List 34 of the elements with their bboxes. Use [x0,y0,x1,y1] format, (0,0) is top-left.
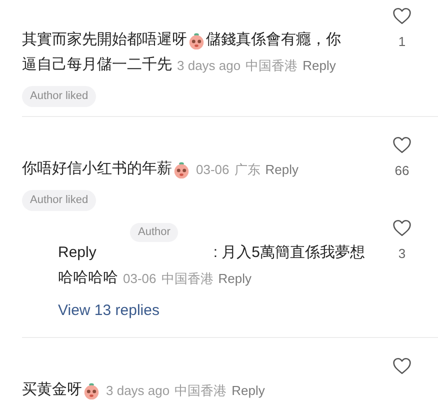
comment-text: 儲錢真係會有癮，你 [206,30,341,50]
timestamp: 03-06 [196,160,230,179]
comment-text: 你唔好信小红书的年薪 [22,159,172,180]
reply-link[interactable]: Reply [265,160,298,180]
peach-sticker-icon [82,381,101,400]
heart-icon[interactable] [392,7,412,25]
location-text: 中国香港 [174,382,227,400]
peach-sticker-icon [187,31,206,50]
heart-icon[interactable] [392,357,412,375]
comment-text: 逼自己每月儲一二千先 [22,55,172,76]
reply-link[interactable]: Reply [302,56,336,76]
author-liked-badge: Author liked [22,86,96,106]
location-text: 中国香港 [161,270,214,288]
location-text: 广东 [234,160,260,179]
like-count: 1 [398,34,406,50]
reply-text: : 月入5萬簡直係我夢想 [213,243,365,264]
view-replies-link[interactable]: View 13 replies [58,302,160,319]
heart-icon[interactable] [392,219,412,237]
author-liked-badge: Author liked [22,190,96,210]
peach-sticker-icon [172,160,191,179]
timestamp: 03-06 [123,270,156,288]
comment-text: 买黄金呀 [22,380,82,400]
timestamp: 3 days ago [177,56,241,75]
reply-link[interactable]: Reply [232,380,265,400]
author-badge: Author [130,223,178,242]
comment-text: 其實而家先開始都唔遲呀 [22,30,187,50]
timestamp: 3 days ago [106,382,170,400]
heart-icon[interactable] [392,136,412,154]
location-text: 中国香港 [246,56,298,75]
like-count: 66 [394,163,410,179]
like-count: 3 [398,246,406,262]
reply-link[interactable]: Reply [218,268,252,288]
reply-label: Reply [58,243,96,264]
reply-text: 哈哈哈哈 [58,268,118,288]
